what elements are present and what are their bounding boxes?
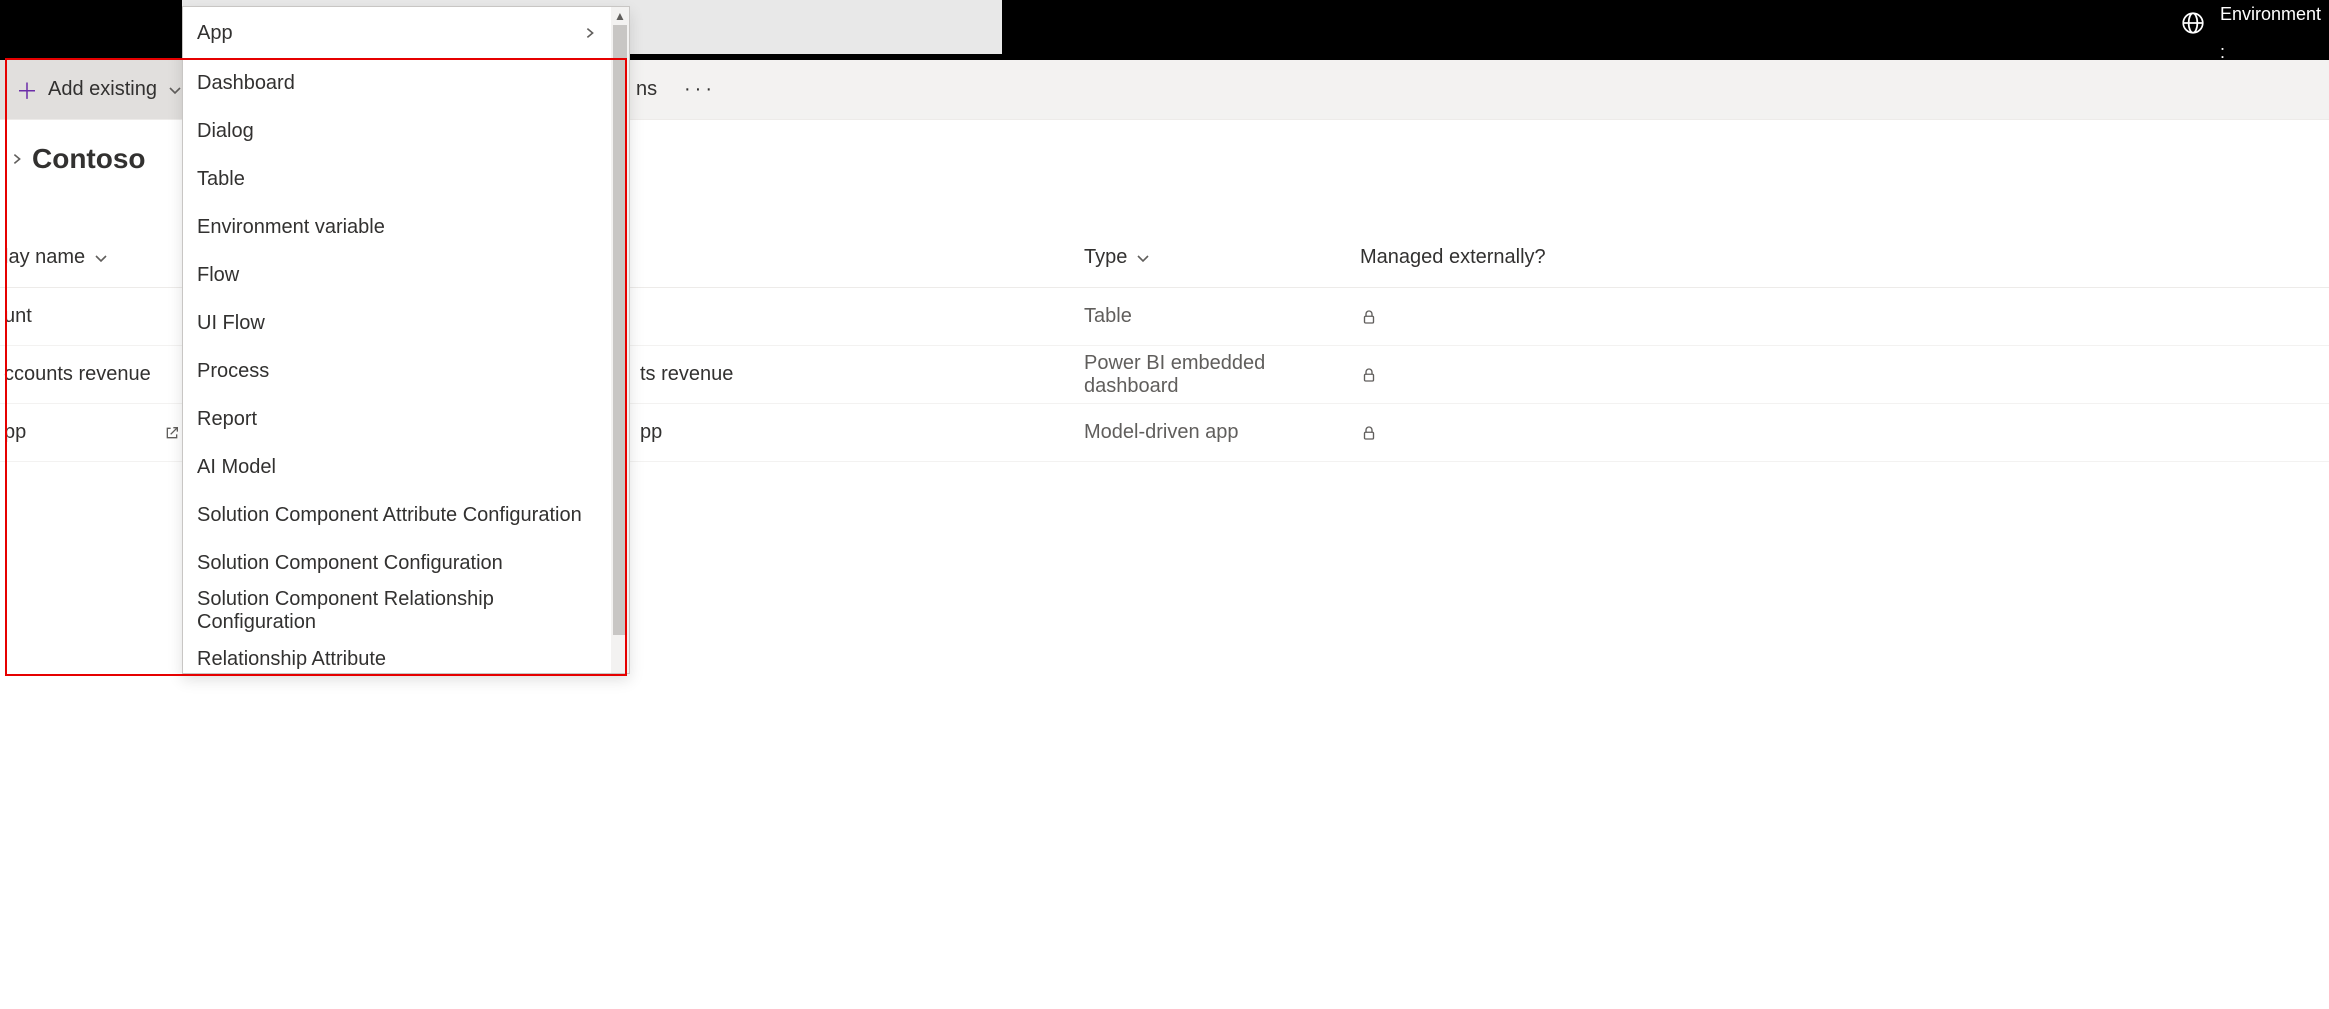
- scroll-up-arrow-icon[interactable]: ▲: [611, 7, 629, 25]
- cell-type: Table: [1084, 305, 1360, 328]
- page-title: Contoso: [32, 143, 146, 175]
- menu-item-label: Dashboard: [197, 72, 295, 95]
- add-existing-menu: App Dashboard Dialog Table Environment varia…: [182, 6, 630, 674]
- menu-item[interactable]: Dialog: [183, 107, 611, 155]
- cell-name-text-left: unt: [4, 305, 154, 328]
- cell-type: Model-driven app: [1084, 421, 1360, 444]
- chevron-down-icon: [1135, 250, 1151, 266]
- column-header-name-label: lay name: [4, 246, 85, 269]
- environment-label: Environment: [2220, 4, 2321, 24]
- menu-item-label: Solution Component Attribute Configurati…: [197, 504, 582, 527]
- menu-item[interactable]: AI Model: [183, 443, 611, 491]
- menu-item[interactable]: Report: [183, 395, 611, 443]
- menu-item-label: Environment variable: [197, 216, 385, 239]
- cell-name-text-right: ts revenue: [640, 363, 733, 386]
- globe-icon: [2180, 10, 2206, 36]
- menu-list: App Dashboard Dialog Table Environment varia…: [183, 7, 611, 673]
- column-header-managed[interactable]: Managed externally?: [1360, 246, 2329, 269]
- menu-item-label: Table: [197, 168, 245, 191]
- menu-item-label: AI Model: [197, 456, 276, 479]
- cell-name-text-right: pp: [640, 421, 662, 444]
- environment-picker[interactable]: Environment :: [2180, 4, 2321, 63]
- lock-icon: [1360, 308, 2329, 326]
- cell-name-text-left: ccounts revenue: [4, 363, 154, 386]
- column-header-type[interactable]: Type: [1084, 246, 1360, 269]
- cell-managed: [1360, 308, 2329, 326]
- menu-item[interactable]: Solution Component Configuration: [183, 539, 611, 587]
- menu-item-label: UI Flow: [197, 312, 265, 335]
- menu-item-label: Solution Component Relationship Configur…: [197, 588, 597, 634]
- lock-icon: [1360, 366, 2329, 384]
- menu-item[interactable]: Solution Component Attribute Configurati…: [183, 491, 611, 539]
- menu-item-label: Dialog: [197, 120, 254, 143]
- menu-item[interactable]: Environment variable: [183, 203, 611, 251]
- cell-type: Power BI embedded dashboard: [1084, 352, 1360, 398]
- menu-item[interactable]: Solution Component Relationship Configur…: [183, 587, 611, 635]
- menu-item[interactable]: Flow: [183, 251, 611, 299]
- menu-item[interactable]: Table: [183, 155, 611, 203]
- column-header-managed-label: Managed externally?: [1360, 246, 1546, 269]
- menu-item[interactable]: UI Flow: [183, 299, 611, 347]
- plus-icon: ＋: [16, 74, 38, 106]
- command-partial-text[interactable]: ns: [636, 78, 657, 101]
- menu-scrollbar[interactable]: ▲: [611, 7, 629, 673]
- menu-item-label: App: [197, 22, 233, 45]
- cell-name-text-left: pp: [4, 421, 154, 444]
- scroll-thumb[interactable]: [613, 25, 627, 635]
- chevron-right-icon: [583, 26, 597, 40]
- chevron-down-icon: [167, 82, 183, 98]
- chevron-down-icon: [93, 250, 109, 266]
- add-existing-button[interactable]: ＋ Add existing: [0, 60, 199, 119]
- cell-managed: [1360, 366, 2329, 384]
- menu-item-label: Flow: [197, 264, 239, 287]
- chevron-right-icon[interactable]: [10, 152, 24, 166]
- menu-item[interactable]: Process: [183, 347, 611, 395]
- more-commands-button[interactable]: ···: [684, 78, 716, 101]
- add-existing-label: Add existing: [48, 78, 157, 101]
- column-header-type-label: Type: [1084, 246, 1127, 269]
- menu-item-label: Report: [197, 408, 257, 431]
- menu-item[interactable]: Dashboard: [183, 59, 611, 107]
- lock-icon: [1360, 424, 2329, 442]
- menu-item-label: Process: [197, 360, 269, 383]
- menu-item-label: Solution Component Configuration: [197, 552, 503, 575]
- menu-item[interactable]: Relationship Attribute: [183, 635, 611, 673]
- cell-managed: [1360, 424, 2329, 442]
- open-external-icon[interactable]: [164, 425, 180, 441]
- menu-item[interactable]: App: [183, 7, 611, 59]
- menu-item-label: Relationship Attribute: [197, 648, 386, 671]
